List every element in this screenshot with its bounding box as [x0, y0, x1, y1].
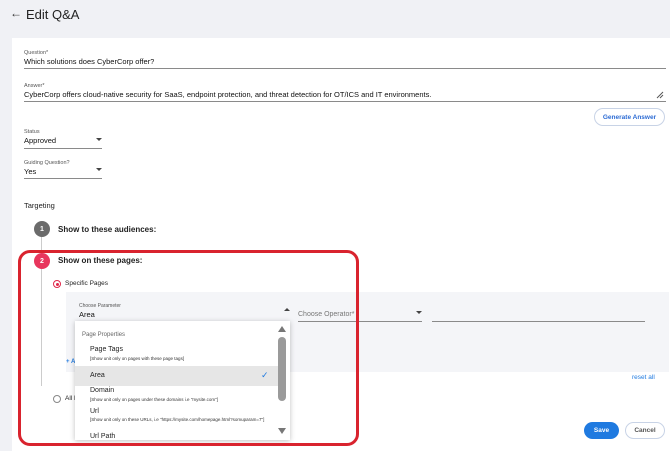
save-button[interactable]: Save	[584, 422, 619, 439]
page-title: Edit Q&A	[26, 7, 80, 22]
step-1-title[interactable]: Show to these audiences:	[58, 225, 156, 234]
generate-answer-button[interactable]: Generate Answer	[594, 108, 665, 126]
chevron-down-icon	[416, 311, 422, 314]
answer-textarea[interactable]: CyberCorp offers cloud-native security f…	[24, 90, 431, 99]
back-arrow-icon[interactable]: ←	[10, 6, 22, 20]
value-input[interactable]	[432, 321, 645, 322]
answer-label: Answer*	[24, 83, 45, 89]
step-1-badge: 1	[34, 221, 50, 237]
chevron-down-icon	[96, 138, 102, 141]
status-select[interactable]: Approved	[24, 136, 56, 145]
guiding-question-label: Guiding Question?	[24, 160, 70, 166]
answer-underline	[24, 101, 666, 102]
chevron-down-icon	[96, 168, 102, 171]
top-bar: ← Edit Q&A	[0, 0, 670, 34]
targeting-heading: Targeting	[24, 201, 55, 210]
reset-all-link[interactable]: reset all	[632, 374, 655, 381]
cancel-button[interactable]: Cancel	[625, 422, 665, 439]
status-underline	[24, 148, 102, 149]
status-label: Status	[24, 129, 40, 135]
question-underline	[24, 68, 666, 69]
guiding-question-select[interactable]: Yes	[24, 167, 36, 176]
question-label: Question*	[24, 50, 49, 56]
question-input[interactable]: Which solutions does CyberCorp offer?	[24, 57, 154, 66]
guiding-question-underline	[24, 178, 102, 179]
resize-handle-icon[interactable]	[656, 91, 664, 99]
highlight-box	[18, 250, 359, 446]
